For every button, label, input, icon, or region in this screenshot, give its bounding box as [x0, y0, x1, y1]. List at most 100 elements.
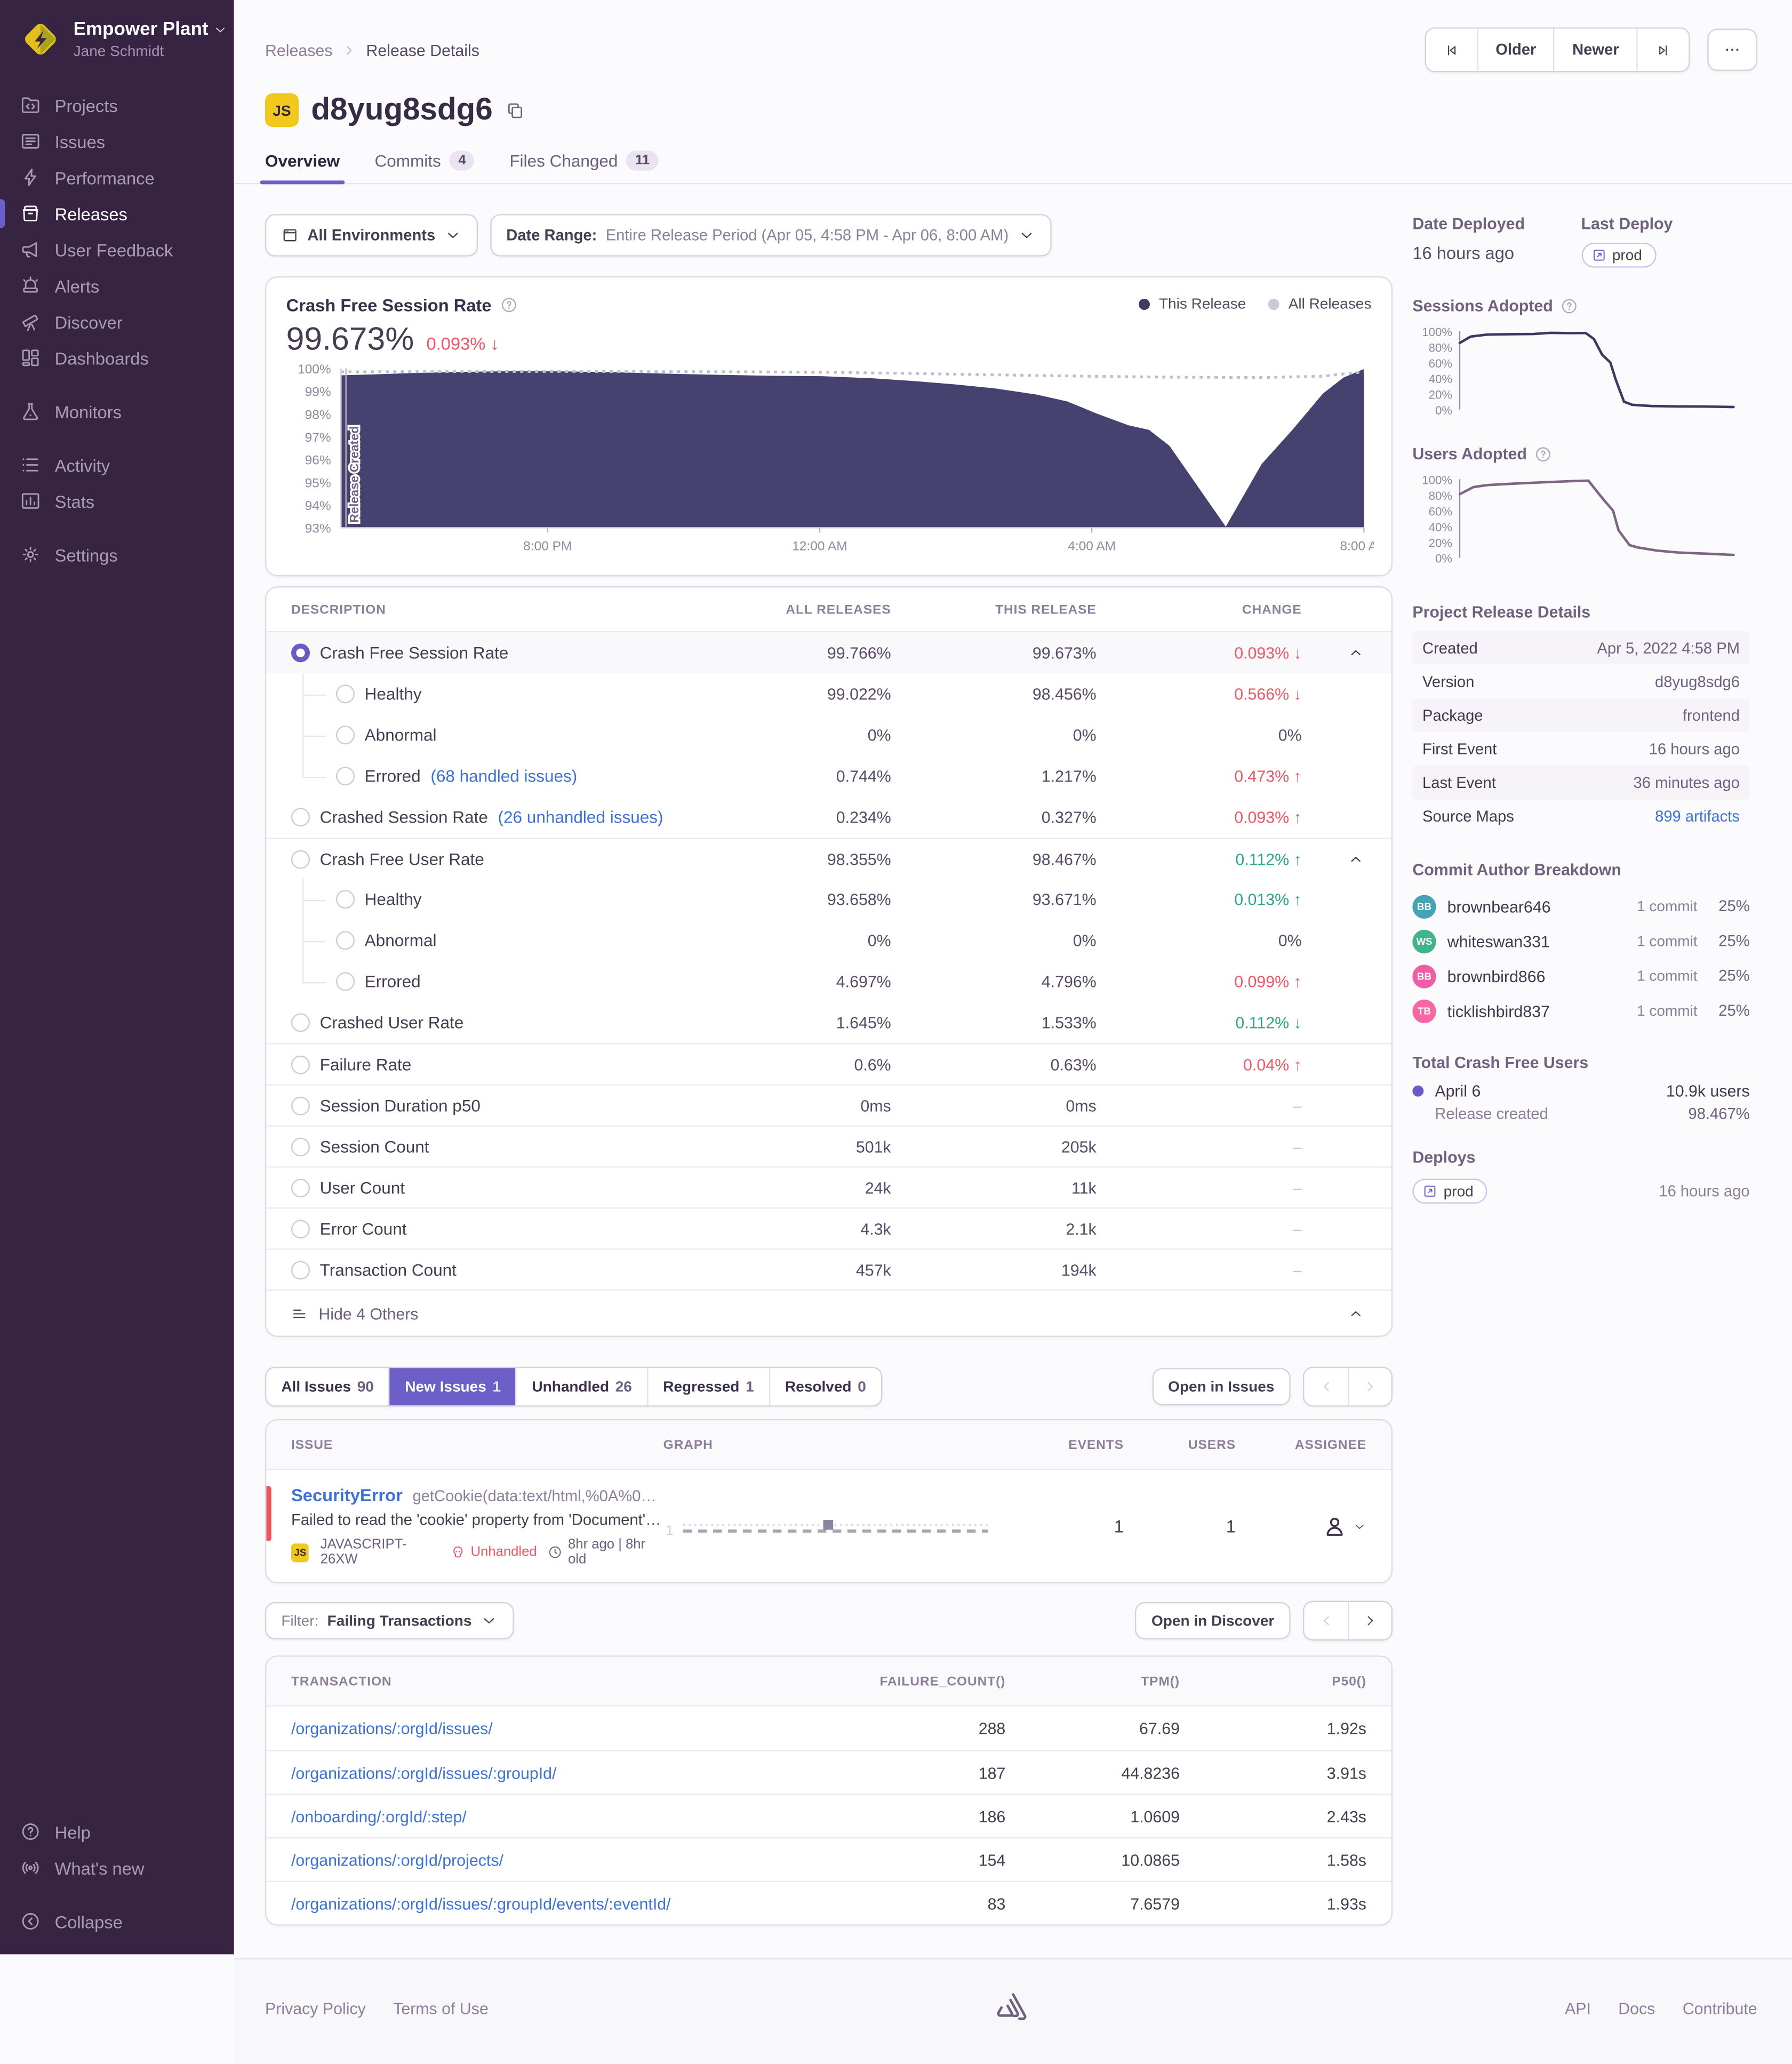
docs-link[interactable]: Docs [1618, 1998, 1655, 2017]
copy-version-icon[interactable] [505, 100, 525, 120]
sidebar-item-monitors[interactable]: Monitors [20, 393, 214, 429]
legend-this-release[interactable]: This Release [1139, 295, 1246, 313]
collapse-group-icon[interactable] [1302, 645, 1391, 661]
open-in-discover-button[interactable]: Open in Discover [1135, 1602, 1291, 1639]
api-link[interactable]: API [1565, 1998, 1591, 2017]
tab-overview[interactable]: Overview [260, 150, 345, 185]
sidebar-item-help[interactable]: Help [20, 1814, 214, 1850]
transaction-link[interactable]: /organizations/:orgId/issues/:groupId/ev… [291, 1894, 757, 1912]
contribute-link[interactable]: Contribute [1683, 1998, 1757, 2017]
issue-tab-unhandled[interactable]: Unhandled 26 [516, 1368, 647, 1406]
sidebar-item-releases[interactable]: Releases [0, 195, 214, 232]
metric-radio[interactable] [291, 1096, 310, 1115]
metric-row[interactable]: Crashed User Rate 1.645% 1.533% 0.112% ↓ [266, 1002, 1391, 1043]
sidebar-item-activity[interactable]: Activity [20, 447, 214, 483]
deploy-env-badge[interactable]: prod [1412, 1178, 1487, 1204]
more-actions-button[interactable] [1707, 28, 1757, 71]
metric-row[interactable]: Errored 4.697% 4.796% 0.099% ↑ [266, 961, 1391, 1002]
metric-row[interactable]: Crash Free User Rate 98.355% 98.467% 0.1… [266, 838, 1391, 879]
date-range-filter-button[interactable]: Date Range: Entire Release Period (Apr 0… [490, 214, 1051, 257]
metric-row[interactable]: Abnormal 0% 0% 0% [266, 714, 1391, 756]
metric-radio[interactable] [336, 726, 355, 745]
transaction-link[interactable]: /organizations/:orgId/projects/ [291, 1851, 757, 1869]
metric-radio[interactable] [291, 1055, 310, 1074]
metric-radio[interactable] [291, 849, 310, 868]
assignee-chevron-icon[interactable] [1353, 1519, 1366, 1533]
transactions-prev-page-button[interactable] [1304, 1602, 1348, 1639]
last-deploy-env-badge[interactable]: prod [1581, 242, 1656, 268]
metric-radio[interactable] [291, 1137, 310, 1156]
issue-tab-regressed[interactable]: Regressed 1 [646, 1368, 769, 1406]
metric-row[interactable]: Crashed Session Rate (26 unhandled issues… [266, 796, 1391, 838]
breadcrumb-releases-link[interactable]: Releases [265, 41, 332, 59]
metric-radio[interactable] [291, 1219, 310, 1238]
sidebar-item-stats[interactable]: Stats [20, 483, 214, 519]
legend-all-releases[interactable]: All Releases [1268, 295, 1371, 313]
sidebar-item-issues[interactable]: Issues [20, 123, 214, 160]
metric-row[interactable]: Error Count 4.3k 2.1k – [266, 1207, 1391, 1248]
newest-release-button[interactable] [1636, 28, 1689, 71]
privacy-policy-link[interactable]: Privacy Policy [265, 1998, 366, 2017]
sidebar-item-alerts[interactable]: Alerts [20, 268, 214, 304]
metric-row[interactable]: User Count 24k 11k – [266, 1166, 1391, 1207]
collapse-group-icon[interactable] [1302, 851, 1391, 867]
metric-row[interactable]: Session Count 501k 205k – [266, 1125, 1391, 1166]
newer-release-button[interactable]: Newer [1554, 28, 1637, 71]
metric-radio[interactable] [291, 1178, 310, 1197]
sidebar-item-discover[interactable]: Discover [20, 304, 214, 340]
source-maps-link[interactable]: 899 artifacts [1655, 807, 1740, 825]
tab-commits[interactable]: Commits 4 [374, 150, 475, 183]
metric-radio[interactable] [291, 1260, 310, 1279]
metric-issues-link[interactable]: (26 unhandled issues) [498, 808, 663, 826]
metric-row[interactable]: Failure Rate 0.6% 0.63% 0.04% ↑ [266, 1043, 1391, 1084]
chart-help-icon[interactable] [500, 296, 518, 314]
metric-row[interactable]: Errored (68 handled issues) 0.744% 1.217%… [266, 755, 1391, 796]
metric-radio[interactable] [336, 972, 355, 991]
issue-tab-new-issues[interactable]: New Issues 1 [388, 1368, 516, 1406]
issue-tab-all-issues[interactable]: All Issues 90 [266, 1368, 389, 1405]
sidebar-item-projects[interactable]: Projects [20, 87, 214, 123]
transactions-next-page-button[interactable] [1348, 1602, 1391, 1639]
issue-title-link[interactable]: SecurityError [291, 1485, 403, 1505]
issue-row[interactable]: SecurityError getCookie(data:text/html,%… [266, 1470, 1391, 1582]
transaction-link[interactable]: /organizations/:orgId/issues/:groupId/ [291, 1763, 757, 1782]
older-release-button[interactable]: Older [1477, 28, 1554, 71]
metric-row[interactable]: Transaction Count 457k 194k – [266, 1248, 1391, 1289]
crash-free-session-chart[interactable]: 100% 99% 98% 97% 96% 95% 94% 93% 8:00 PM 12:00 AM… [286, 358, 1374, 568]
metric-radio[interactable] [336, 890, 355, 909]
metric-row[interactable]: Healthy 99.022% 98.456% 0.566% ↓ [266, 673, 1391, 715]
transaction-link[interactable]: /onboarding/:orgId/:step/ [291, 1807, 757, 1826]
users-adopted-help-icon[interactable] [1534, 445, 1552, 463]
issues-next-page-button[interactable] [1348, 1368, 1391, 1406]
metric-radio[interactable] [291, 1013, 310, 1032]
transaction-filter-button[interactable]: Filter: Failing Transactions [265, 1602, 514, 1639]
metric-radio[interactable] [291, 808, 310, 827]
metric-row[interactable]: Session Duration p50 0ms 0ms – [266, 1084, 1391, 1125]
metric-radio[interactable] [336, 767, 355, 786]
environment-filter-button[interactable]: All Environments [265, 214, 478, 257]
metric-radio[interactable] [291, 643, 310, 663]
sidebar-item-settings[interactable]: Settings [20, 537, 214, 573]
issues-prev-page-button[interactable] [1304, 1368, 1348, 1405]
hide-others-button[interactable]: Hide 4 Others [266, 1289, 1391, 1335]
sidebar-item-whats-new[interactable]: What's new [20, 1850, 214, 1886]
metric-radio[interactable] [336, 931, 355, 950]
terms-of-use-link[interactable]: Terms of Use [393, 1998, 489, 2017]
assignee-icon[interactable] [1322, 1513, 1348, 1539]
sessions-adopted-help-icon[interactable] [1561, 297, 1578, 315]
metric-issues-link[interactable]: (68 handled issues) [430, 767, 577, 785]
oldest-release-button[interactable] [1426, 28, 1477, 71]
org-switcher[interactable]: Empower Plant Jane Schmidt [20, 19, 225, 60]
transaction-link[interactable]: /organizations/:orgId/issues/ [291, 1719, 757, 1738]
metric-row[interactable]: Crash Free Session Rate 99.766% 99.673% … [266, 632, 1391, 674]
metric-row[interactable]: Healthy 93.658% 93.671% 0.013% ↑ [266, 879, 1391, 920]
issue-tab-resolved[interactable]: Resolved 0 [769, 1368, 881, 1406]
sidebar-item-user-feedback[interactable]: User Feedback [20, 232, 214, 268]
sidebar-item-dashboards[interactable]: Dashboards [20, 340, 214, 376]
tab-files-changed[interactable]: Files Changed 11 [509, 150, 659, 183]
open-in-issues-button[interactable]: Open in Issues [1151, 1368, 1291, 1406]
metric-row[interactable]: Abnormal 0% 0% 0% [266, 920, 1391, 961]
metric-radio[interactable] [336, 684, 355, 704]
sidebar-item-collapse[interactable]: Collapse [20, 1903, 214, 1940]
sidebar-item-performance[interactable]: Performance [20, 160, 214, 196]
